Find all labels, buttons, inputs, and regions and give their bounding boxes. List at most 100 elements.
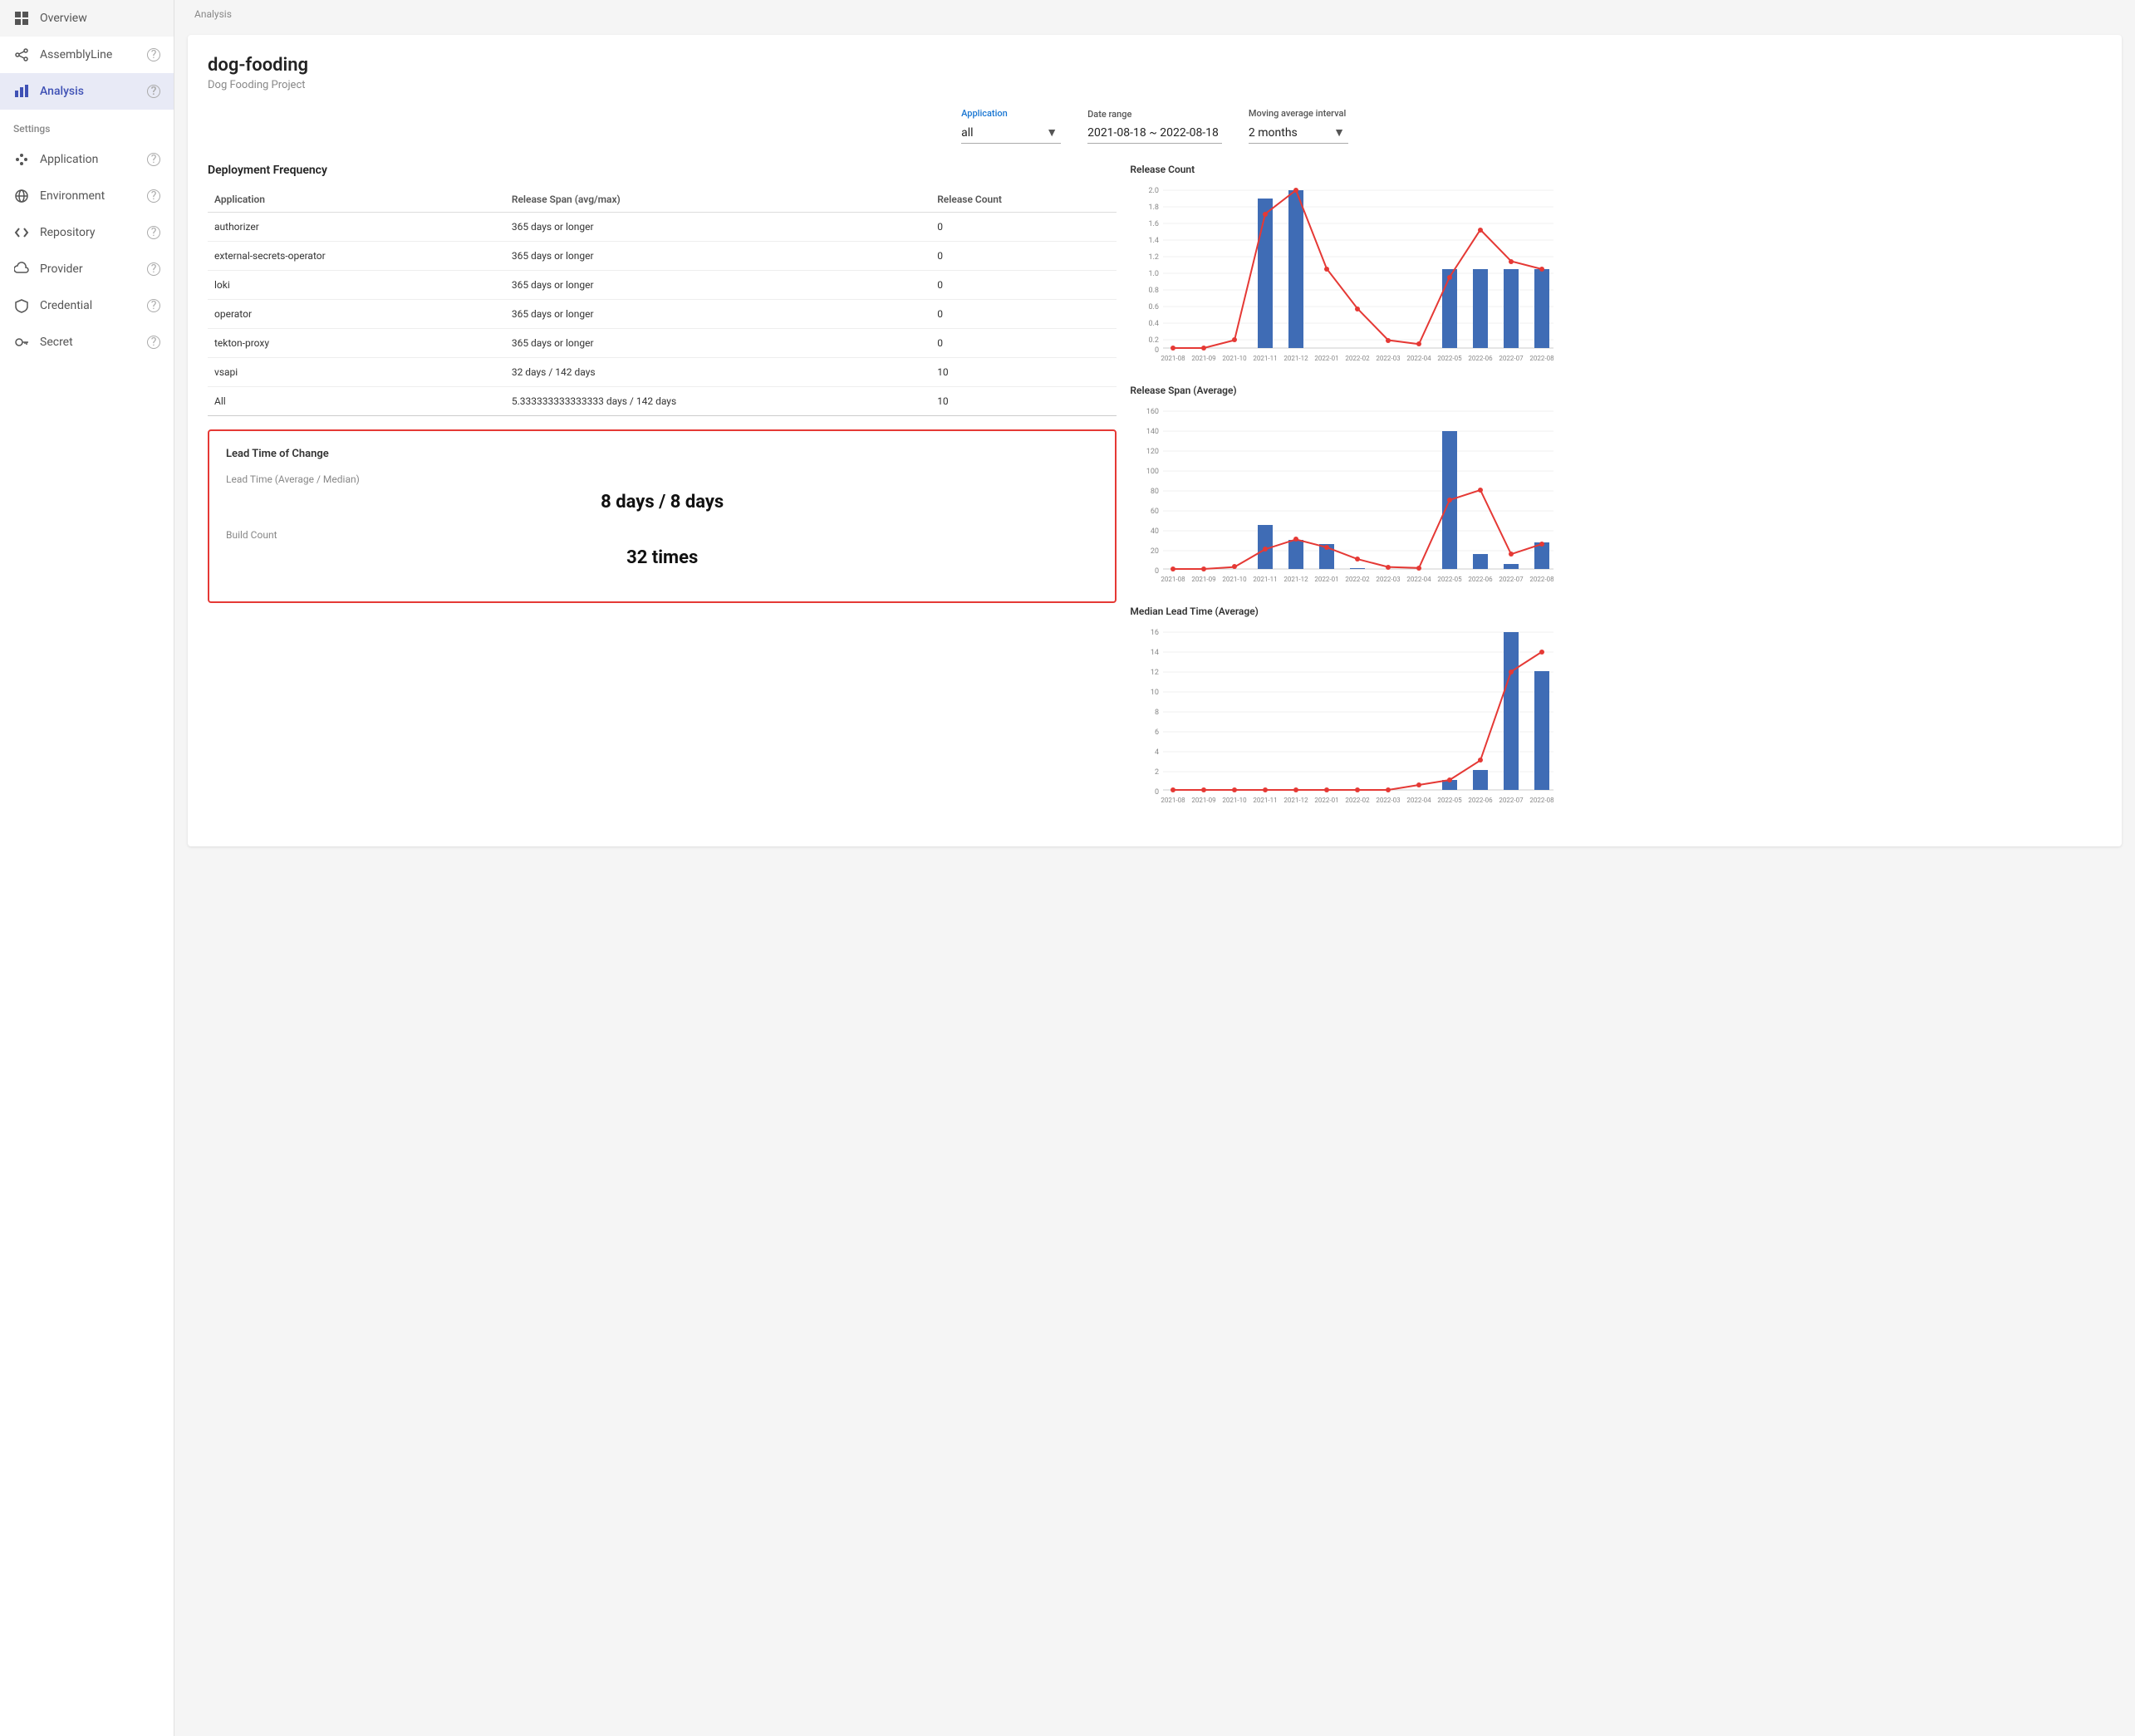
svg-text:2021-12: 2021-12 [1284, 355, 1309, 362]
moving-avg-filter-select[interactable]: 2 months ▼ [1249, 122, 1348, 144]
svg-text:2021-11: 2021-11 [1254, 797, 1278, 804]
table-row: tekton-proxy 365 days or longer 0 [208, 329, 1117, 358]
svg-text:1.2: 1.2 [1149, 253, 1160, 262]
svg-text:2022-03: 2022-03 [1377, 576, 1401, 583]
col-release-span: Release Span (avg/max) [505, 187, 930, 213]
globe-icon [13, 188, 30, 204]
svg-text:0: 0 [1155, 346, 1159, 355]
application-filter-label: Application [961, 108, 1061, 119]
sidebar-item-credential[interactable]: Credential ? [0, 287, 174, 324]
sidebar-item-environment[interactable]: Environment ? [0, 178, 174, 214]
svg-text:80: 80 [1151, 488, 1159, 496]
sidebar-item-credential-label: Credential [40, 299, 92, 312]
svg-text:2022-02: 2022-02 [1346, 576, 1371, 583]
moving-avg-filter-value: 2 months [1249, 126, 1298, 140]
svg-text:2022-06: 2022-06 [1469, 576, 1494, 583]
sidebar: Overview AssemblyLine ? Analysis ? Setti… [0, 0, 174, 1736]
svg-text:4: 4 [1155, 748, 1159, 757]
application-help-icon: ? [147, 153, 160, 166]
sidebar-item-repository[interactable]: Repository ? [0, 214, 174, 251]
settings-section-label: Settings [0, 110, 174, 141]
repository-help-icon: ? [147, 226, 160, 239]
svg-text:2022-02: 2022-02 [1346, 355, 1371, 362]
svg-text:2022-06: 2022-06 [1469, 797, 1494, 804]
application-filter-value: all [961, 126, 973, 140]
cloud-icon [13, 261, 30, 277]
sidebar-item-provider[interactable]: Provider ? [0, 251, 174, 287]
svg-text:8: 8 [1155, 709, 1159, 717]
analysis-help-icon: ? [147, 85, 160, 98]
median-lead-time-chart-title: Median Lead Time (Average) [1130, 606, 2102, 617]
svg-text:2022-04: 2022-04 [1407, 355, 1432, 362]
svg-text:16: 16 [1151, 629, 1159, 637]
svg-text:2021-12: 2021-12 [1284, 576, 1309, 583]
svg-text:2021-08: 2021-08 [1161, 797, 1186, 804]
svg-text:10: 10 [1151, 689, 1159, 697]
svg-text:2021-09: 2021-09 [1192, 576, 1216, 583]
svg-text:2022-08: 2022-08 [1530, 355, 1555, 362]
assemblyline-help-icon: ? [147, 48, 160, 61]
svg-text:40: 40 [1151, 527, 1159, 536]
sidebar-item-analysis[interactable]: Analysis ? [0, 73, 174, 110]
daterange-filter-select[interactable]: 2021-08-18 ~ 2022-08-18 [1087, 123, 1222, 144]
left-column: Deployment Frequency Application Release… [208, 164, 1117, 826]
sidebar-item-environment-label: Environment [40, 189, 105, 203]
moving-avg-filter-chevron-icon: ▼ [1333, 125, 1345, 140]
median-lead-time-chart-container: Median Lead Time (Average) 16 14 [1130, 606, 2102, 807]
sidebar-item-overview[interactable]: Overview [0, 0, 174, 37]
svg-text:2021-12: 2021-12 [1284, 797, 1309, 804]
application-filter-select[interactable]: all ▼ [961, 122, 1061, 144]
environment-help-icon: ? [147, 189, 160, 203]
application-filter-group: Application all ▼ [961, 108, 1061, 144]
svg-text:14: 14 [1151, 649, 1159, 657]
svg-text:0: 0 [1155, 567, 1159, 576]
daterange-filter-value: 2021-08-18 ~ 2022-08-18 [1087, 126, 1219, 140]
cell-release-span: 5.333333333333333 days / 142 days [505, 387, 930, 416]
svg-text:12: 12 [1151, 669, 1159, 677]
release-count-chart-container: Release Count 2.0 [1130, 164, 2102, 365]
svg-text:2021-08: 2021-08 [1161, 355, 1186, 362]
sidebar-item-provider-label: Provider [40, 262, 83, 276]
cell-release-span: 365 days or longer [505, 242, 930, 271]
svg-text:2022-05: 2022-05 [1438, 355, 1463, 362]
cell-release-count: 0 [930, 300, 1117, 329]
right-column: Release Count 2.0 [1130, 164, 2102, 826]
svg-text:2022-02: 2022-02 [1346, 797, 1371, 804]
svg-text:0.8: 0.8 [1149, 287, 1160, 295]
deployment-frequency-table: Application Release Span (avg/max) Relea… [208, 187, 1117, 416]
daterange-filter-group: Date range 2021-08-18 ~ 2022-08-18 [1087, 109, 1222, 144]
key-icon [13, 334, 30, 351]
cell-application: tekton-proxy [208, 329, 505, 358]
cell-release-span: 365 days or longer [505, 300, 930, 329]
table-row: vsapi 32 days / 142 days 10 [208, 358, 1117, 387]
cell-release-count: 10 [930, 387, 1117, 416]
svg-text:2022-01: 2022-01 [1315, 576, 1339, 583]
sidebar-item-secret[interactable]: Secret ? [0, 324, 174, 360]
table-row: operator 365 days or longer 0 [208, 300, 1117, 329]
svg-text:2022-08: 2022-08 [1530, 797, 1555, 804]
svg-text:2: 2 [1155, 768, 1159, 777]
moving-avg-filter-group: Moving average interval 2 months ▼ [1249, 108, 1348, 144]
svg-text:0.6: 0.6 [1149, 303, 1160, 311]
cell-application: external-secrets-operator [208, 242, 505, 271]
col-application: Application [208, 187, 505, 213]
sidebar-item-analysis-label: Analysis [40, 85, 84, 98]
sidebar-item-secret-label: Secret [40, 336, 73, 349]
table-row: All 5.333333333333333 days / 142 days 10 [208, 387, 1117, 416]
sidebar-item-application-label: Application [40, 153, 98, 166]
release-count-chart: 2.0 1.8 1.6 1.4 1.2 1.0 0.8 0.6 0.4 0.2 … [1130, 182, 1562, 365]
cell-application: All [208, 387, 505, 416]
assemblyline-icon [13, 47, 30, 63]
cell-application: authorizer [208, 213, 505, 242]
secret-help-icon: ? [147, 336, 160, 349]
svg-text:2021-09: 2021-09 [1192, 797, 1216, 804]
filter-row: Application all ▼ Date range 2021-08-18 … [208, 108, 2102, 144]
sidebar-item-application[interactable]: Application ? [0, 141, 174, 178]
svg-text:120: 120 [1146, 448, 1159, 456]
svg-text:0.2: 0.2 [1149, 336, 1160, 345]
sidebar-item-assemblyline[interactable]: AssemblyLine ? [0, 37, 174, 73]
dots-icon [13, 151, 30, 168]
svg-text:2021-09: 2021-09 [1192, 355, 1216, 362]
build-count-value: 32 times [226, 547, 1098, 568]
cell-release-count: 0 [930, 271, 1117, 300]
